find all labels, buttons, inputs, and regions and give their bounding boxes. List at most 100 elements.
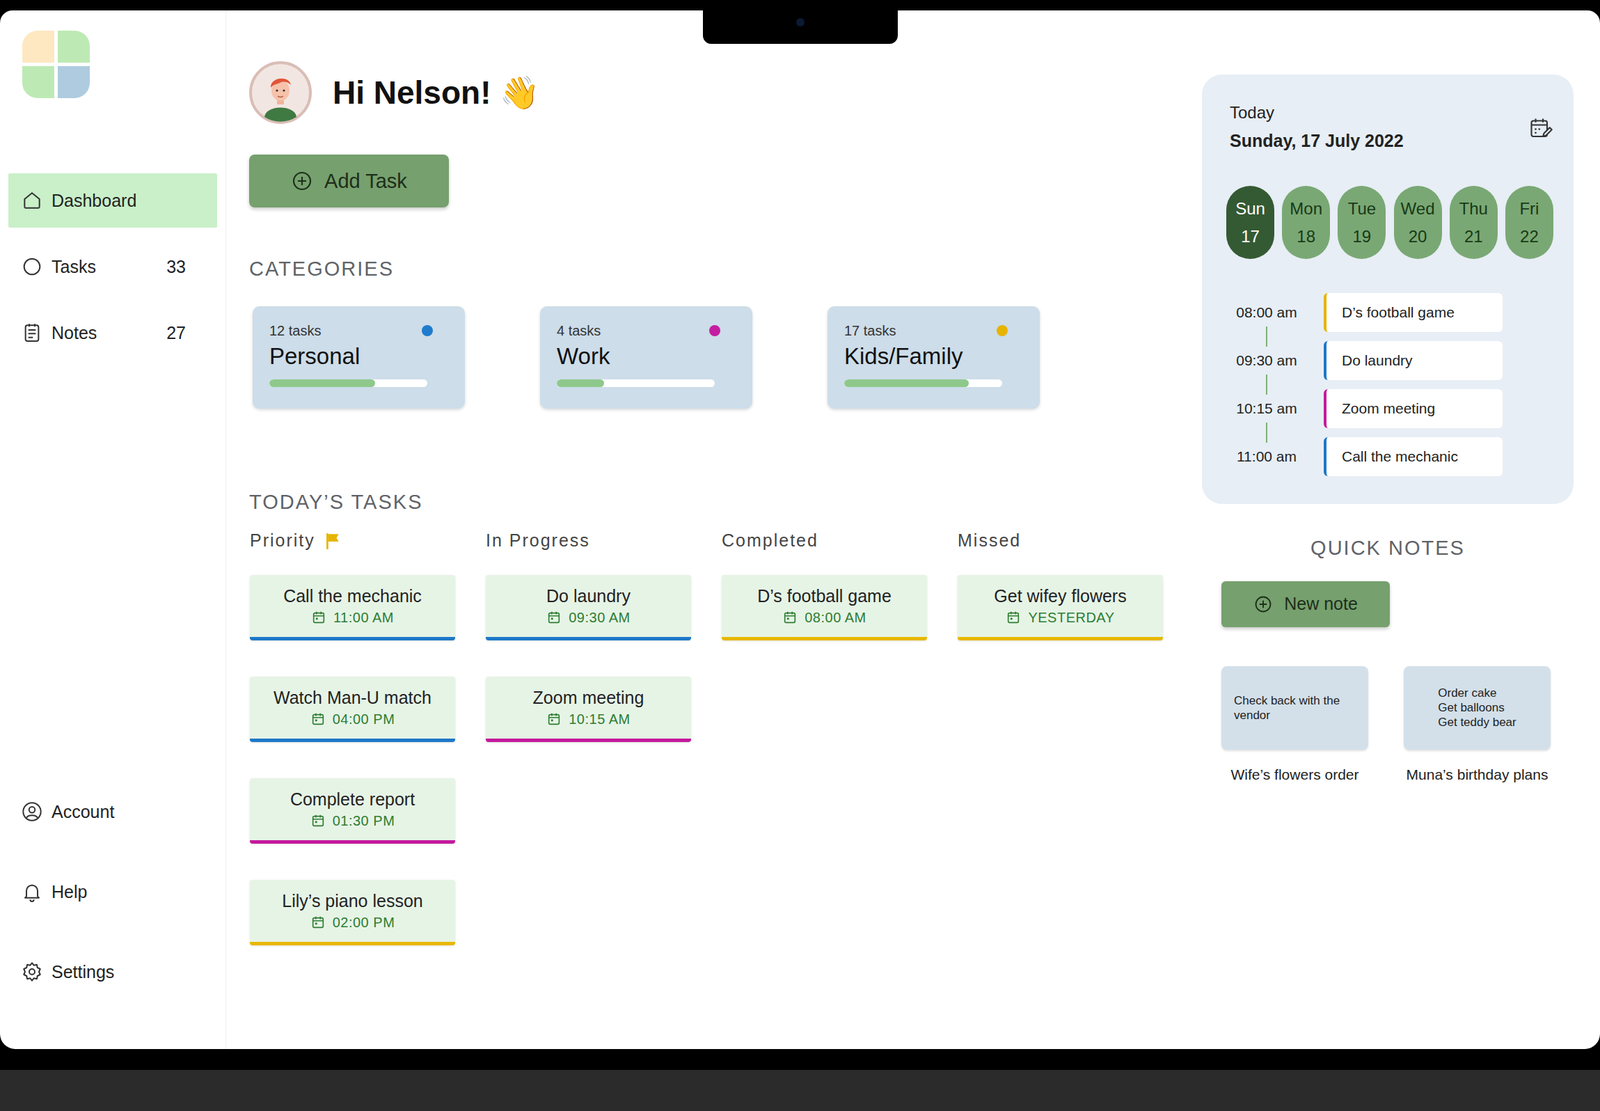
category-progress xyxy=(844,379,1003,387)
sidebar-item-label: Help xyxy=(51,881,87,902)
day-pill[interactable]: Tue 19 xyxy=(1337,185,1386,259)
sidebar-item-label: Settings xyxy=(51,961,115,982)
sidebar-item-label: Account xyxy=(51,801,115,822)
day-pill[interactable]: Sun 17 xyxy=(1226,185,1275,259)
device-frame: Dashboard Tasks 33 Notes 27 Account Help… xyxy=(0,0,1600,1111)
new-note-label: New note xyxy=(1284,593,1358,614)
task-column: Missed Get wifey flowers YESTERDAY xyxy=(957,529,1163,946)
day-name: Thu xyxy=(1459,199,1488,219)
logo-icon[interactable] xyxy=(22,30,90,99)
day-name: Fri xyxy=(1519,199,1539,219)
account-icon xyxy=(20,800,44,823)
day-pill[interactable]: Wed 20 xyxy=(1393,185,1443,259)
task-time: 09:30 AM xyxy=(546,609,631,626)
calendar-icon xyxy=(310,711,326,727)
schedule-connector xyxy=(1265,422,1268,443)
day-pill[interactable]: Fri 22 xyxy=(1505,185,1554,259)
day-name: Tue xyxy=(1348,199,1376,219)
schedule-entry[interactable]: D’s football game xyxy=(1323,292,1503,332)
quick-notes-list: Check back with the vendor Wife’s flower… xyxy=(1201,666,1574,783)
day-picker: Sun 17Mon 18Tue 19Wed 20Thu 21Fri 22 xyxy=(1226,185,1554,259)
sidebar-item[interactable]: Settings xyxy=(8,944,218,999)
new-note-button[interactable]: New note xyxy=(1221,581,1390,628)
task-column-title: Missed xyxy=(957,529,1163,552)
task-title: Complete report xyxy=(290,789,415,810)
schedule: 08:00 am 09:30 am 10:15 am 11:00 am D’s … xyxy=(1226,292,1554,477)
calendar-icon xyxy=(310,812,326,829)
calendar-icon xyxy=(310,914,326,930)
category-count: 12 tasks xyxy=(269,322,321,339)
schedule-entry[interactable]: Zoom meeting xyxy=(1323,389,1503,429)
task-card[interactable]: Do laundry 09:30 AM xyxy=(485,574,692,641)
bell-icon xyxy=(20,880,44,903)
quick-note[interactable]: Order cakeGet balloonsGet teddy bear Mun… xyxy=(1403,666,1551,783)
day-pill[interactable]: Mon 18 xyxy=(1281,185,1330,259)
camera-icon xyxy=(796,18,805,27)
quick-notes-title: QUICK NOTES xyxy=(1201,535,1574,561)
gear-icon xyxy=(20,960,44,983)
sidebar-item[interactable]: Tasks 33 xyxy=(8,239,218,294)
day-date: 22 xyxy=(1519,226,1539,247)
device-base xyxy=(0,1069,1600,1111)
category-card[interactable]: 4 tasks Work xyxy=(540,306,753,409)
task-card[interactable]: Get wifey flowers YESTERDAY xyxy=(957,574,1163,641)
schedule-entry[interactable]: Call the mechanic xyxy=(1323,437,1503,477)
note-line: Get balloons xyxy=(1437,700,1516,715)
task-title: Do laundry xyxy=(546,585,631,607)
note-card: Order cakeGet balloonsGet teddy bear xyxy=(1403,666,1551,750)
schedule-time: 10:15 am xyxy=(1236,394,1298,423)
sidebar-item[interactable]: Dashboard xyxy=(8,173,218,228)
task-card[interactable]: Complete report 01:30 PM xyxy=(249,778,456,844)
task-title: Zoom meeting xyxy=(533,687,645,708)
task-card[interactable]: Zoom meeting 10:15 AM xyxy=(485,676,692,742)
calendar-edit-icon[interactable] xyxy=(1528,115,1554,141)
sidebar-item[interactable]: Account xyxy=(8,784,218,839)
category-name: Work xyxy=(556,343,736,370)
categories-title: CATEGORIES xyxy=(249,256,1202,282)
dashboard-main: Hi Nelson! 👋 Add Task CATEGORIES 12 task… xyxy=(226,10,1202,1049)
task-card[interactable]: D’s football game 08:00 AM xyxy=(721,574,928,641)
task-time: 11:00 AM xyxy=(311,609,394,626)
day-name: Mon xyxy=(1289,199,1323,219)
task-card[interactable]: Lily’s piano lesson 02:00 PM xyxy=(249,879,456,946)
plus-circle-icon xyxy=(290,169,314,193)
sidebar-item-count: 27 xyxy=(166,322,186,344)
calendar-icon xyxy=(546,711,562,727)
category-count: 4 tasks xyxy=(556,322,601,339)
calendar-icon xyxy=(1005,609,1021,625)
day-date: 21 xyxy=(1464,226,1484,247)
add-task-button[interactable]: Add Task xyxy=(249,154,449,208)
note-line: Check back with the vendor xyxy=(1233,693,1356,724)
category-list: 12 tasks Personal 4 tasks Work 17 tasks … xyxy=(249,306,1202,409)
category-card[interactable]: 17 tasks Kids/Family xyxy=(827,306,1040,409)
task-title: Call the mechanic xyxy=(283,585,422,607)
sidebar-item[interactable]: Help xyxy=(8,864,218,919)
task-card[interactable]: Call the mechanic 11:00 AM xyxy=(249,574,456,641)
task-time: 10:15 AM xyxy=(546,711,631,728)
task-column-title: Completed xyxy=(721,529,928,552)
sidebar: Dashboard Tasks 33 Notes 27 Account Help… xyxy=(0,10,227,1049)
sidebar-item-label: Tasks xyxy=(51,256,97,277)
sidebar-item[interactable]: Notes 27 xyxy=(8,305,218,360)
device-bottom-bezel xyxy=(0,1048,1600,1070)
calendar-icon xyxy=(782,609,798,625)
task-title: Get wifey flowers xyxy=(993,585,1127,607)
quick-note[interactable]: Check back with the vendor Wife’s flower… xyxy=(1221,666,1369,783)
day-pill[interactable]: Thu 21 xyxy=(1449,185,1498,259)
category-progress xyxy=(556,379,715,387)
sidebar-footer-nav: Account Help Settings xyxy=(0,784,226,999)
task-card[interactable]: Watch Man-U match 04:00 PM xyxy=(249,676,456,742)
day-date: 20 xyxy=(1408,226,1428,247)
category-card[interactable]: 12 tasks Personal xyxy=(252,306,465,409)
schedule-entry[interactable]: Do laundry xyxy=(1323,341,1503,380)
category-dot xyxy=(709,325,721,337)
calendar-label: Today xyxy=(1229,103,1404,123)
task-column: Priority Call the mechanic 11:00 AMWatch… xyxy=(249,529,456,946)
avatar-icon[interactable] xyxy=(249,61,312,124)
calendar-date: Sunday, 17 July 2022 xyxy=(1229,130,1404,152)
note-caption: Wife’s flowers order xyxy=(1231,766,1360,783)
schedule-time: 09:30 am xyxy=(1236,346,1298,375)
schedule-time: 08:00 am xyxy=(1236,298,1298,327)
sidebar-item-count: 33 xyxy=(166,256,186,277)
plus-circle-icon xyxy=(1253,594,1273,614)
